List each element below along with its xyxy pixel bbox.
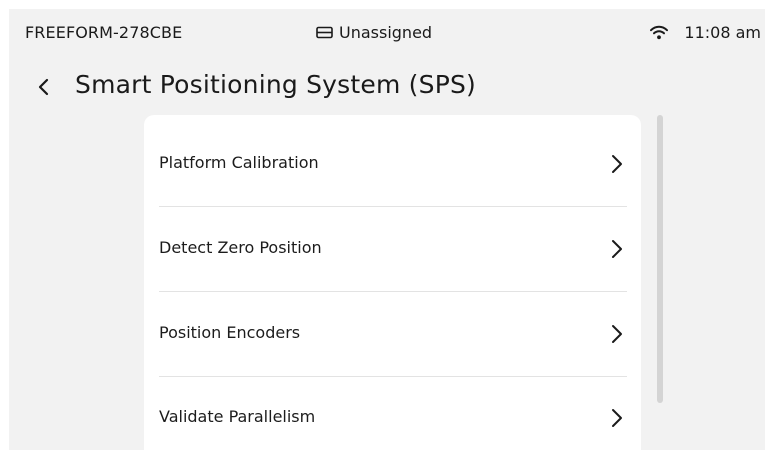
menu-item-label: Detect Zero Position (159, 238, 322, 257)
back-button[interactable] (29, 71, 57, 107)
menu-item-label: Position Encoders (159, 323, 301, 342)
chevron-left-icon (37, 78, 49, 100)
menu-item-platform-calibration[interactable]: Platform Calibration (144, 122, 641, 206)
status-bar: FREEFORM-278CBE Unassigned 11:08 am (9, 9, 765, 57)
device-id: FREEFORM-278CBE (25, 23, 183, 42)
menu-item-validate-parallelism[interactable]: Validate Parallelism (144, 376, 641, 450)
menu-item-detect-zero-position[interactable]: Detect Zero Position (144, 207, 641, 291)
clock-time: 11:08 am (684, 23, 761, 42)
chevron-right-icon (611, 154, 623, 178)
chevron-right-icon (611, 324, 623, 348)
page-header: Smart Positioning System (SPS) (9, 67, 765, 111)
page-title: Smart Positioning System (SPS) (75, 70, 477, 99)
status-right: 11:08 am (650, 23, 761, 42)
assignment-status: Unassigned (316, 23, 432, 42)
menu-item-label: Validate Parallelism (159, 407, 316, 426)
tray-icon (316, 26, 333, 39)
menu-item-position-encoders[interactable]: Position Encoders (144, 292, 641, 376)
scrollbar[interactable] (657, 115, 663, 403)
menu-list: Platform Calibration Detect Zero Positio… (144, 115, 641, 450)
screen: FREEFORM-278CBE Unassigned 11:08 am Smar… (9, 9, 765, 450)
chevron-right-icon (611, 408, 623, 432)
assignment-label: Unassigned (339, 23, 433, 42)
chevron-right-icon (611, 239, 623, 263)
wifi-icon (650, 25, 669, 40)
menu-item-label: Platform Calibration (159, 153, 319, 172)
